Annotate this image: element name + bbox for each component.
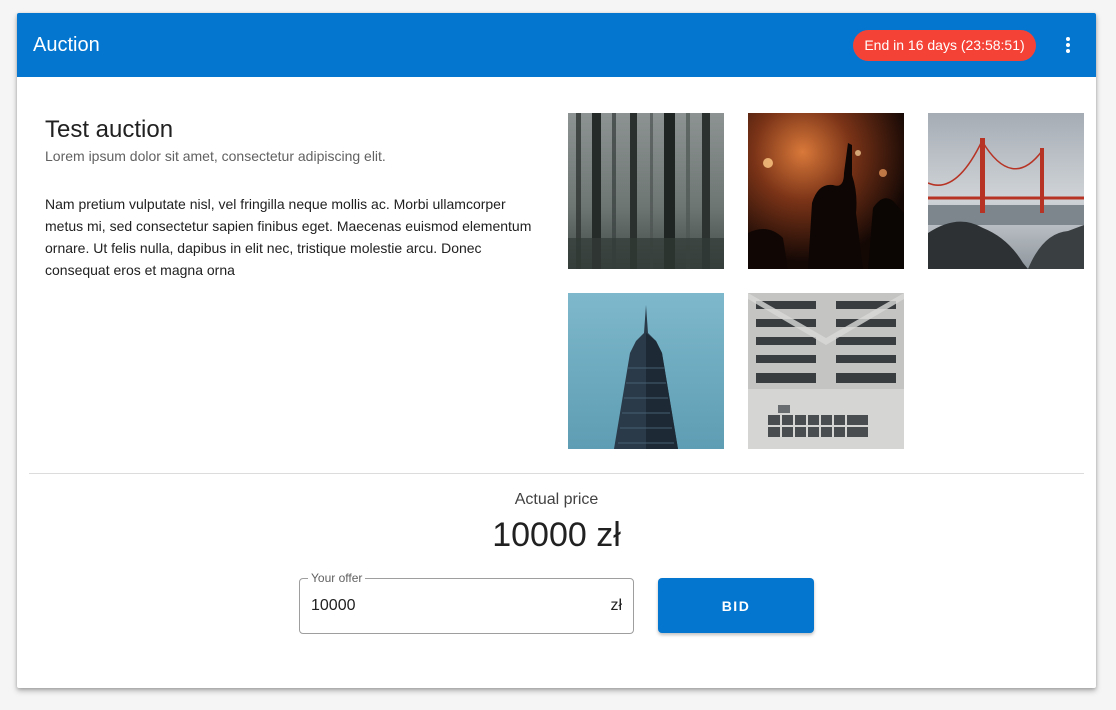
auction-title: Test auction — [45, 116, 174, 143]
gallery-image-tower[interactable] — [568, 293, 724, 449]
end-time-badge[interactable]: End in 16 days (23:58:51) — [853, 30, 1036, 61]
concert-image — [748, 113, 904, 269]
building-image — [748, 293, 904, 449]
offer-input[interactable] — [311, 595, 591, 617]
gallery-image-concert[interactable] — [748, 113, 904, 269]
app-bar: Auction End in 16 days (23:58:51) — [17, 13, 1096, 77]
app-title: Auction — [33, 34, 100, 56]
auction-description: Nam pretium vulputate nisl, vel fringill… — [45, 196, 532, 278]
tower-image — [568, 293, 724, 449]
actual-price-value: 10000 zł — [492, 516, 621, 554]
offer-label: Your offer — [308, 571, 366, 585]
offer-field[interactable]: Your offer zł — [299, 571, 634, 634]
gallery-image-forest[interactable] — [568, 113, 724, 269]
gallery-image-bridge[interactable] — [928, 113, 1084, 269]
auction-card: Auction End in 16 days (23:58:51) Test a… — [17, 13, 1096, 688]
gallery-image-building[interactable] — [748, 293, 904, 449]
bid-button[interactable]: BID — [658, 578, 814, 633]
bridge-image — [928, 113, 1084, 269]
currency-suffix: zł — [610, 597, 622, 614]
auction-subtitle: Lorem ipsum dolor sit amet, consectetur … — [45, 148, 386, 164]
actual-price-label: Actual price — [514, 491, 599, 508]
more-vert-icon[interactable] — [1053, 29, 1083, 61]
section-divider — [29, 473, 1084, 474]
forest-image — [568, 113, 724, 269]
